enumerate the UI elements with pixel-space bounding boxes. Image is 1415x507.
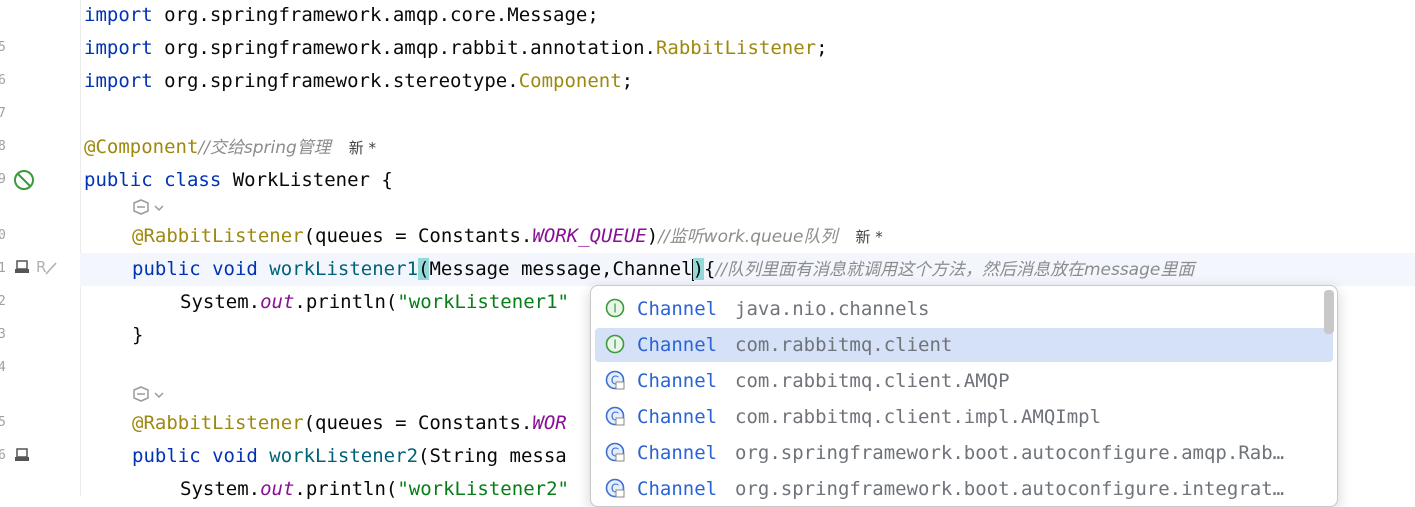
class-icon: C: [605, 478, 625, 498]
code-line: @Component//交给spring管理新 *: [84, 136, 377, 158]
completion-item[interactable]: C Channel org.springframework.boot.autoco…: [595, 472, 1333, 506]
author-hint: 新 *: [348, 139, 377, 157]
line-number: 7: [0, 106, 6, 121]
reader-mode-icon[interactable]: R: [36, 257, 58, 277]
class-icon: C: [605, 406, 625, 426]
line-number: 4: [0, 360, 6, 375]
line-number: 6: [0, 73, 6, 88]
spring-bean-icon[interactable]: [13, 169, 35, 191]
completion-item[interactable]: C Channel com.rabbitmq.client.impl.AMQImp…: [595, 400, 1333, 434]
completion-popup[interactable]: I Channel java.nio.channels I Channel com.…: [590, 285, 1338, 507]
code-line: import org.springframework.stereotype.Co…: [84, 70, 634, 92]
author-hint: 新 *: [855, 228, 883, 246]
line-number: 9: [0, 172, 6, 187]
class-icon: C: [605, 370, 625, 390]
code-line: import org.springframework.amqp.core.Mes…: [84, 4, 599, 26]
svg-text:I: I: [613, 338, 617, 352]
line-number: 6: [0, 448, 6, 463]
line-number: 1: [0, 261, 6, 276]
svg-text:I: I: [613, 302, 617, 316]
code-line: import org.springframework.amqp.rabbit.a…: [84, 37, 828, 59]
completion-item-selected[interactable]: I Channel com.rabbitmq.client: [595, 328, 1333, 362]
popup-scrollbar[interactable]: [1324, 290, 1334, 334]
interface-icon: I: [605, 334, 625, 354]
line-number: 3: [0, 327, 6, 342]
editor-gutter: 5 6 7 8 9 0 1 2 3 4 5 6 R: [0, 0, 81, 496]
code-line: public class WorkListener {: [84, 169, 393, 191]
svg-text:R: R: [36, 258, 46, 276]
class-icon: C: [605, 442, 625, 462]
queue-listener-icon[interactable]: [14, 259, 30, 275]
line-number: 5: [0, 415, 6, 430]
code-vision-icon[interactable]: [131, 384, 167, 406]
completion-item[interactable]: C Channel com.rabbitmq.client.AMQP: [595, 364, 1333, 398]
queue-listener-icon[interactable]: [14, 447, 30, 463]
line-number: 0: [0, 228, 6, 243]
completion-item[interactable]: I Channel java.nio.channels: [595, 292, 1333, 326]
code-vision-icon[interactable]: [131, 197, 167, 219]
interface-icon: I: [605, 298, 625, 318]
line-number: 8: [0, 139, 6, 154]
line-number: 5: [0, 40, 6, 55]
completion-item[interactable]: C Channel org.springframework.boot.autoco…: [595, 436, 1333, 470]
code-line: @RabbitListener(queues = Constants.WORK_…: [132, 225, 883, 247]
line-number: 2: [0, 294, 6, 309]
current-code-line[interactable]: public void workListener1(Message messag…: [80, 253, 1415, 286]
